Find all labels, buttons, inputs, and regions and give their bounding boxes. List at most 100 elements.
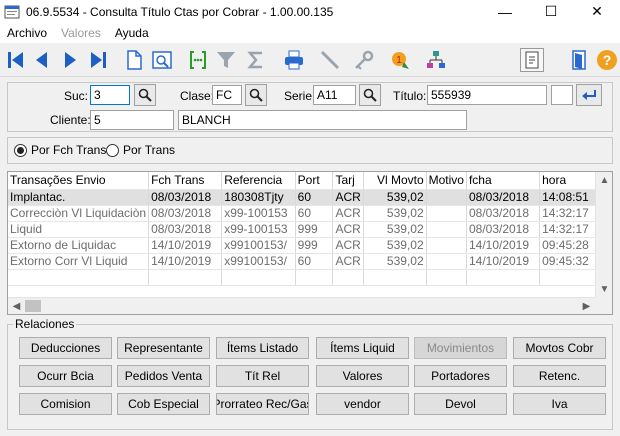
serie-search-button[interactable] [359,84,381,106]
items-liquid-button[interactable]: Ítems Liquid [316,337,409,359]
col-header-vl-movto[interactable]: Vl Movto [363,172,427,190]
scroll-thumb[interactable] [25,300,41,312]
suc-search-button[interactable] [134,84,156,106]
comision-button[interactable]: Comision [19,393,112,415]
movtos-cobr-button[interactable]: Movtos Cobr [513,337,606,359]
key-icon[interactable] [352,48,376,72]
suc-label: Suc: [64,89,89,103]
radio-por-fch-trans-label: Por Fch Trans [31,143,107,157]
cob-especial-button[interactable]: Cob Especial [117,393,210,415]
horizontal-scrollbar[interactable]: ◀ ▶ [8,297,595,314]
devol-button[interactable]: Devol [414,393,507,415]
cell-motivo [426,221,467,238]
help-icon[interactable]: ? [595,48,619,72]
col-header-motivo[interactable]: Motivo [426,172,467,190]
col-header-fcha[interactable]: fcha [466,172,541,190]
next-icon[interactable] [58,48,82,72]
col-header-fch-trans[interactable]: Fch Trans [148,172,223,190]
table-row[interactable]: Correcciòn Vl Liquidaciòn 08/03/2018 x99… [8,205,612,222]
table-row[interactable]: Implantac. 08/03/2018 180308Tjty 60 ACR … [8,189,612,206]
pen-icon[interactable] [318,48,342,72]
movimientos-button[interactable]: Movimientos [414,337,507,359]
alert-icon[interactable]: 1 [388,48,412,72]
tit-rel-button[interactable]: Tít Rel [216,365,309,387]
menu-archivo[interactable]: Archivo [0,26,54,40]
scroll-up-icon[interactable]: ▲ [596,172,612,189]
sigma-icon[interactable] [244,48,268,72]
bracket-icon[interactable] [186,48,210,72]
cell-port: 60 [295,253,334,270]
filter-icon[interactable] [214,48,238,72]
search-icon [249,88,263,102]
scroll-left-icon[interactable]: ◀ [8,298,25,314]
vendor-button[interactable]: vendor [316,393,409,415]
deducciones-button[interactable]: Deducciones [19,337,112,359]
valores-button[interactable]: Valores [316,365,409,387]
titulo-extra-field[interactable] [551,85,573,105]
prorrateo-button[interactable]: Prorrateo Rec/Gas [216,393,309,415]
scroll-corner [595,297,612,314]
scroll-right-icon[interactable]: ▶ [578,298,595,314]
serie-field[interactable]: A11 [313,85,356,105]
menu-valores[interactable]: Valores [54,26,108,40]
print-icon[interactable] [282,48,306,72]
serie-label: Serie: [284,89,316,103]
col-header-tarj[interactable]: Tarj [332,172,364,190]
close-button[interactable]: ✕ [574,0,620,23]
vertical-scrollbar[interactable]: ▲ ▼ [595,172,612,298]
cell-fcha: 08/03/2018 [466,189,541,206]
titulo-field[interactable]: 555939 [427,85,547,105]
cell-vl-movto: 539,02 [363,221,427,238]
last-icon[interactable] [86,48,110,72]
previous-icon[interactable] [30,48,54,72]
clase-search-button[interactable] [245,84,267,106]
exit-door-icon[interactable] [568,48,592,72]
page-icon[interactable] [520,48,544,72]
menu-ayuda[interactable]: Ayuda [108,26,156,40]
radio-selected-icon [14,143,27,157]
retenc-button[interactable]: Retenc. [513,365,606,387]
minimize-button[interactable]: — [482,0,528,23]
cell-fch: 14/10/2019 [148,253,223,270]
table-row[interactable]: Extorno Corr Vl Liquid 14/10/2019 x99100… [8,253,612,270]
pedidos-venta-button[interactable]: Pedidos Venta [117,365,210,387]
cell-ref: x99100153/ [221,237,296,254]
cell-fch: 14/10/2019 [148,237,223,254]
items-listado-button[interactable]: Ítems Listado [216,337,309,359]
transactions-grid[interactable]: Transações Envio Fch Trans Referencia Po… [7,171,613,315]
table-row[interactable]: Liquid 08/03/2018 x99-100153 999 ACR 539… [8,221,612,238]
suc-field[interactable]: 3 [90,85,130,105]
scroll-down-icon[interactable]: ▼ [596,281,612,298]
radio-unselected-icon [106,143,119,157]
table-row [8,269,612,286]
document-icon[interactable] [122,48,146,72]
transactions-table: Transações Envio Fch Trans Referencia Po… [8,172,612,286]
radio-por-trans[interactable]: Por Trans [106,143,175,157]
radio-por-fch-trans[interactable]: Por Fch Trans [14,143,106,157]
cliente-code-field[interactable]: 5 [90,110,174,130]
portadores-button[interactable]: Portadores [414,365,507,387]
titulo-label: Título: [393,89,427,103]
col-header-port[interactable]: Port [295,172,334,190]
window-title: 06.9.5534 - Consulta Título Ctas por Cob… [26,4,334,19]
preview-icon[interactable] [150,48,174,72]
iva-button[interactable]: Iva [513,393,606,415]
col-header-referencia[interactable]: Referencia [221,172,296,190]
cell-fcha: 08/03/2018 [466,221,541,238]
cell-tarj: ACR [332,205,364,222]
cell-motivo [426,189,467,206]
enter-button[interactable] [576,84,602,106]
first-icon[interactable] [4,48,28,72]
col-header-transacoes[interactable]: Transações Envio [8,172,150,190]
representante-button[interactable]: Representante [117,337,210,359]
tree-icon[interactable] [424,48,448,72]
cell-trans: Extorno Corr Vl Liquid [8,253,150,270]
cell-ref: x99-100153 [221,205,296,222]
table-row[interactable]: Extorno de Liquidac 14/10/2019 x99100153… [8,237,612,254]
relaciones-legend: Relaciones [13,317,77,331]
svg-text:1: 1 [396,55,402,66]
clase-field[interactable]: FC [212,85,242,105]
maximize-button[interactable]: ☐ [528,0,574,23]
ocurr-bcia-button[interactable]: Ocurr Bcia [19,365,112,387]
menu-bar: Archivo Valores Ayuda [0,23,620,43]
